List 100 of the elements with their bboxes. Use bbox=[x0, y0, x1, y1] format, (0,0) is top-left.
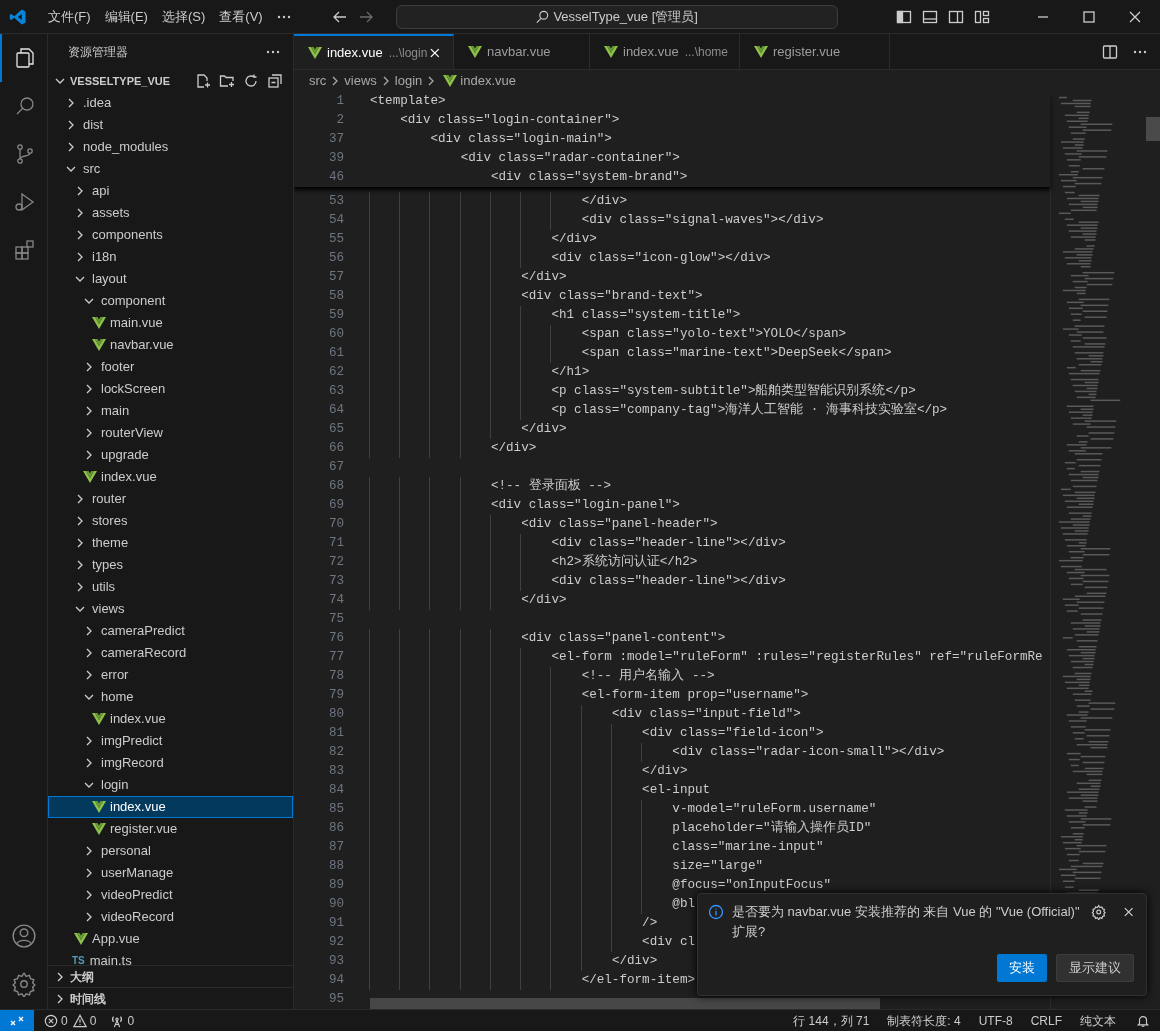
folder-item[interactable]: imgRecord bbox=[48, 752, 293, 774]
file-item[interactable]: main.vue bbox=[48, 312, 293, 334]
folder-item[interactable]: login bbox=[48, 774, 293, 796]
editor-tab[interactable]: index.vue ...\home bbox=[590, 34, 740, 69]
status-item[interactable]: 纯文本 bbox=[1080, 1011, 1116, 1030]
secondary-sidebar-toggle-icon[interactable] bbox=[948, 8, 964, 25]
line-number: 59 bbox=[327, 307, 344, 325]
vue-file-icon bbox=[468, 45, 482, 58]
folder-item[interactable]: videoRecord bbox=[48, 906, 293, 928]
new-file-icon[interactable] bbox=[195, 73, 211, 89]
explorer-root[interactable]: VESSELTYPE_VUE bbox=[48, 70, 293, 92]
layout-icon[interactable] bbox=[974, 8, 990, 25]
settings-icon[interactable] bbox=[10, 971, 37, 997]
scrollbar-thumb[interactable] bbox=[1146, 117, 1160, 141]
line-number: 94 bbox=[327, 972, 344, 990]
bell-icon[interactable] bbox=[1136, 1013, 1150, 1028]
folder-item[interactable]: api bbox=[48, 180, 293, 202]
remote-button[interactable] bbox=[0, 1009, 34, 1031]
code-line: /> bbox=[370, 914, 658, 933]
folder-item[interactable]: error bbox=[48, 664, 293, 686]
menu-item[interactable]: 文件(F) bbox=[41, 3, 98, 30]
menu-item[interactable]: 选择(S) bbox=[154, 3, 213, 30]
folder-item[interactable]: lockScreen bbox=[48, 378, 293, 400]
status-item[interactable]: 制表符长度: 4 bbox=[887, 1011, 961, 1030]
folder-item[interactable]: .idea bbox=[48, 92, 293, 114]
code-line: <h2>系统访问认证</h2> bbox=[370, 553, 698, 572]
editor-tab[interactable]: index.vue ...\login bbox=[294, 34, 454, 69]
account-icon[interactable] bbox=[10, 923, 37, 949]
folder-item[interactable]: views bbox=[48, 598, 293, 620]
folder-item[interactable]: cameraRecord bbox=[48, 642, 293, 664]
editor-tab[interactable]: navbar.vue bbox=[454, 34, 590, 69]
horizontal-scrollbar[interactable] bbox=[370, 998, 880, 1009]
collapse-all-icon[interactable] bbox=[267, 73, 283, 89]
folder-item[interactable]: types bbox=[48, 554, 293, 576]
folder-item[interactable]: component bbox=[48, 290, 293, 312]
code-line: <div class="header-line"></div> bbox=[370, 534, 786, 553]
panel-header[interactable]: 大纲 bbox=[48, 965, 293, 987]
command-center-search[interactable]: VesselType_vue [管理员] bbox=[395, 4, 838, 29]
file-item[interactable]: App.vue bbox=[48, 928, 293, 950]
line-number: 84 bbox=[327, 782, 344, 800]
folder-item[interactable]: theme bbox=[48, 532, 293, 554]
folder-item[interactable]: routerView bbox=[48, 422, 293, 444]
file-item[interactable]: navbar.vue bbox=[48, 334, 293, 356]
folder-item[interactable]: footer bbox=[48, 356, 293, 378]
install-button[interactable]: 安装 bbox=[997, 954, 1047, 982]
folder-item[interactable]: components bbox=[48, 224, 293, 246]
breadcrumb-item[interactable]: login bbox=[394, 71, 423, 91]
line-number: 71 bbox=[327, 535, 344, 553]
menu-item[interactable]: 编辑(E) bbox=[97, 3, 155, 30]
ports-button[interactable]: 0 bbox=[110, 1011, 135, 1030]
code-line: </div> bbox=[370, 952, 658, 971]
code-line: <!-- 用户名输入 --> bbox=[370, 667, 715, 686]
new-folder-icon[interactable] bbox=[219, 73, 235, 89]
breadcrumb-item[interactable]: views bbox=[344, 71, 377, 91]
folder-item[interactable]: dist bbox=[48, 114, 293, 136]
problems-button[interactable]: 0 0 bbox=[42, 1011, 99, 1030]
folder-item[interactable]: home bbox=[48, 686, 293, 708]
code-line: <el-form-item prop="username"> bbox=[370, 686, 809, 705]
folder-item[interactable]: assets bbox=[48, 202, 293, 224]
file-item[interactable]: index.vue bbox=[48, 466, 293, 488]
extensions-icon[interactable] bbox=[12, 238, 37, 262]
folder-item[interactable]: i18n bbox=[48, 246, 293, 268]
line-number: 61 bbox=[327, 345, 344, 363]
folder-item[interactable]: main bbox=[48, 400, 293, 422]
file-item[interactable]: index.vue bbox=[48, 796, 293, 818]
line-number: 58 bbox=[327, 288, 344, 306]
sidebar-toggle-icon[interactable] bbox=[896, 8, 912, 25]
menu-item[interactable]: 查看(V) bbox=[212, 3, 270, 30]
code-line: </div> bbox=[370, 439, 537, 458]
status-item[interactable]: UTF-8 bbox=[978, 1011, 1013, 1030]
folder-item[interactable]: node_modules bbox=[48, 136, 293, 158]
folder-item[interactable]: cameraPredict bbox=[48, 620, 293, 642]
folder-item[interactable]: router bbox=[48, 488, 293, 510]
folder-item[interactable]: userManage bbox=[48, 862, 293, 884]
show-recommendations-button[interactable]: 显示建议 bbox=[1056, 954, 1134, 982]
status-item[interactable]: CRLF bbox=[1030, 1011, 1062, 1030]
file-item[interactable]: register.vue bbox=[48, 818, 293, 840]
refresh-icon[interactable] bbox=[243, 73, 259, 89]
folder-item[interactable]: personal bbox=[48, 840, 293, 862]
breadcrumb-item[interactable]: src bbox=[309, 71, 327, 91]
folder-item[interactable]: utils bbox=[48, 576, 293, 598]
split-editor-icon[interactable] bbox=[1102, 43, 1118, 60]
breadcrumb-item[interactable]: index.vue bbox=[460, 71, 516, 91]
settings-icon[interactable] bbox=[1091, 904, 1107, 920]
folder-item[interactable]: imgPredict bbox=[48, 730, 293, 752]
code-line: <el-input bbox=[370, 781, 711, 800]
file-item[interactable]: TS main.ts bbox=[48, 950, 293, 965]
folder-item[interactable]: stores bbox=[48, 510, 293, 532]
folder-item[interactable]: upgrade bbox=[48, 444, 293, 466]
folder-item[interactable]: layout bbox=[48, 268, 293, 290]
code-line: <div class="login-panel"> bbox=[370, 496, 680, 515]
code-line: <h1 class="system-title"> bbox=[370, 306, 741, 325]
code-line: @focus="onInputFocus" bbox=[370, 876, 832, 895]
status-item[interactable]: 行 144，列 71 bbox=[793, 1011, 870, 1030]
file-item[interactable]: index.vue bbox=[48, 708, 293, 730]
line-number: 93 bbox=[327, 953, 344, 971]
folder-item[interactable]: src bbox=[48, 158, 293, 180]
editor-tab[interactable]: register.vue bbox=[740, 34, 890, 69]
folder-item[interactable]: videoPredict bbox=[48, 884, 293, 906]
panel-toggle-icon[interactable] bbox=[922, 8, 938, 25]
